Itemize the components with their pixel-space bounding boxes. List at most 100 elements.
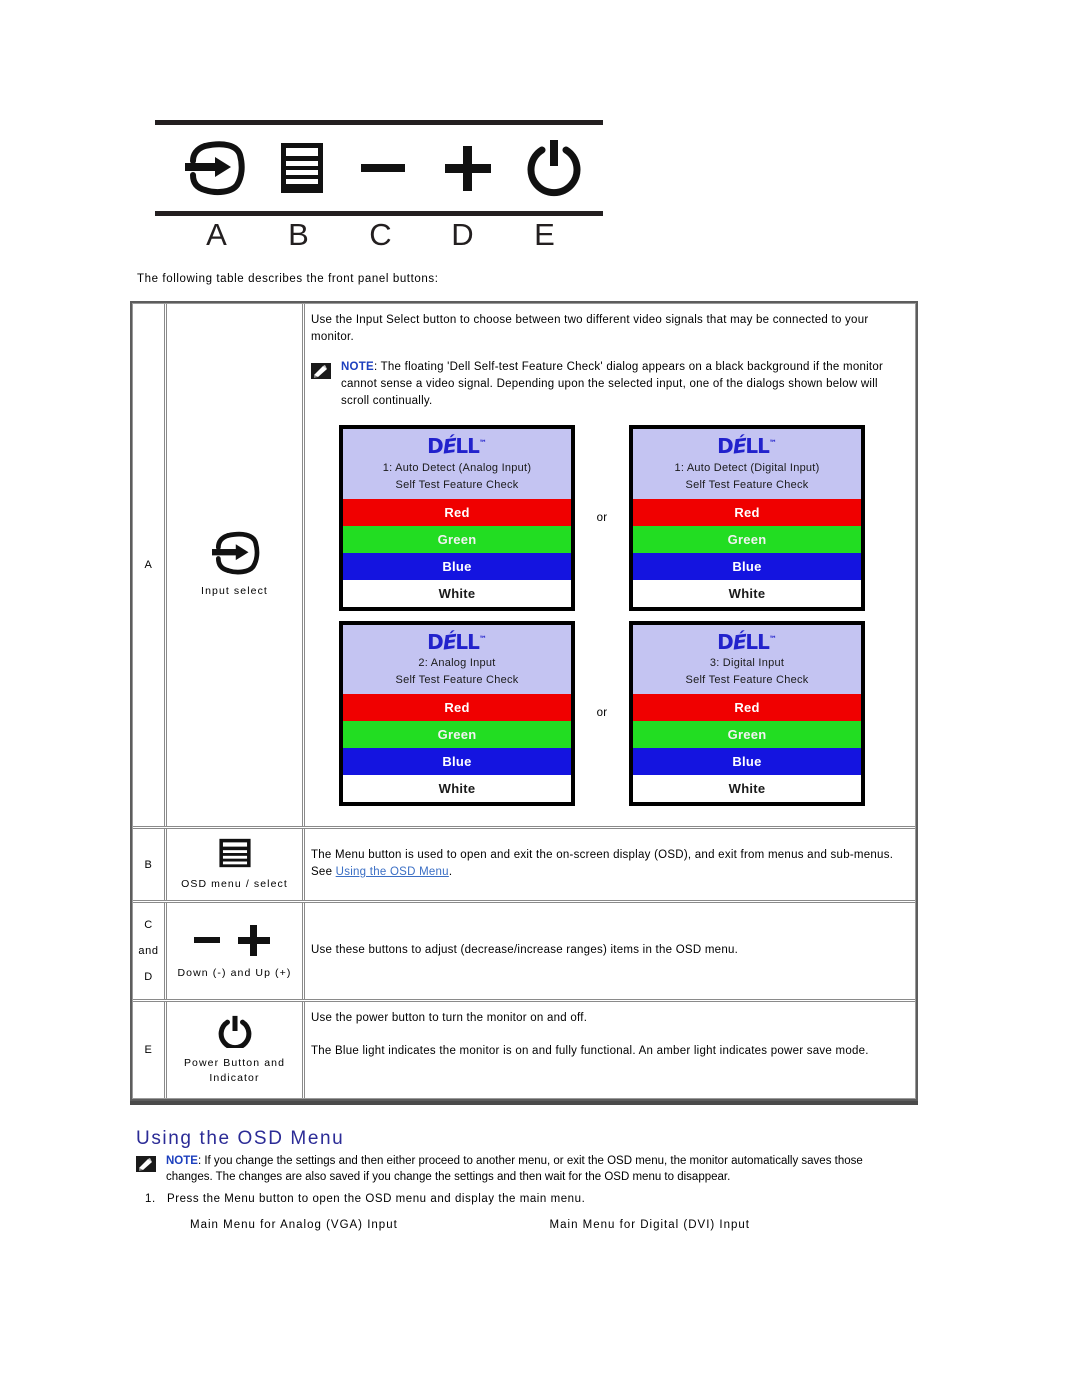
row-a-icon-cell: Input select xyxy=(167,304,305,827)
row-cd-letter: C and D xyxy=(133,903,167,1000)
minus-down-icon xyxy=(358,139,408,197)
dialog-1-header: DÉLL™ 1: Auto Detect (Analog Input) Self… xyxy=(343,429,571,499)
osd-note-text: NOTE: If you change the settings and the… xyxy=(166,1153,896,1186)
self-test-dialog-4: DÉLL™ 3: Digital Input Self Test Feature… xyxy=(629,620,865,807)
row-b-letter: B xyxy=(133,829,167,901)
panel-label-b: B xyxy=(288,217,310,252)
panel-label-d: D xyxy=(451,217,475,252)
red-bar: Red xyxy=(633,498,861,526)
row-a-description-cell: Use the Input Select button to choose be… xyxy=(305,304,915,826)
minus-plus-icon xyxy=(192,922,278,958)
dialog-3-header: DÉLL™ 2: Analog Input Self Test Feature … xyxy=(343,624,571,695)
green-bar: Green xyxy=(633,525,861,553)
self-test-dialog-3: DÉLL™ 2: Analog Input Self Test Feature … xyxy=(339,620,575,807)
row-a-letter: A xyxy=(133,304,167,827)
white-bar: White xyxy=(343,579,571,607)
self-test-dialog-group: DÉLL™ 1: Auto Detect (Analog Input) Self… xyxy=(339,425,905,807)
row-e-caption: Power Button and Indicator xyxy=(183,1057,286,1085)
red-bar: Red xyxy=(343,498,571,526)
row-e-letter: E xyxy=(133,1002,167,1099)
note-label: NOTE xyxy=(341,361,374,374)
panel-label-a: A xyxy=(206,217,228,252)
row-e-icon-cell: Power Button and Indicator xyxy=(167,1002,305,1099)
row-b-description-tail: . xyxy=(448,865,453,878)
or-label-2: or xyxy=(596,707,608,720)
list-item: 1. Press the Menu button to open the OSD … xyxy=(145,1193,585,1205)
white-bar: White xyxy=(343,775,571,803)
osd-menu-icon xyxy=(278,139,326,197)
note-label: NOTE xyxy=(166,1155,198,1167)
table-row-a: A Input select Use the Input Select butt… xyxy=(133,304,915,830)
dell-logo: DÉLL™ xyxy=(427,628,487,655)
dialog-4-subtitle: Self Test Feature Check xyxy=(685,674,809,687)
dialog-4-header: DÉLL™ 3: Digital Input Self Test Feature… xyxy=(633,624,861,695)
blue-bar: Blue xyxy=(343,552,571,580)
row-d-letter: D xyxy=(144,971,153,984)
table-row-cd: C and D Down (-) and Up (+) Use these bu… xyxy=(133,903,915,1003)
page-title: Using the OSD Menu xyxy=(136,1128,345,1149)
input-select-icon xyxy=(183,139,245,197)
row-a-caption: Input select xyxy=(201,585,268,598)
row-a-note-text: NOTE: The floating 'Dell Self-test Featu… xyxy=(341,359,905,409)
row-e-description-1: Use the power button to turn the monitor… xyxy=(311,1012,588,1025)
note-pencil-icon xyxy=(136,1156,158,1172)
dialog-1-title: 1: Auto Detect (Analog Input) xyxy=(382,462,532,475)
section-divider xyxy=(130,1101,918,1105)
row-e-description-cell: Use the power button to turn the monitor… xyxy=(305,1002,915,1098)
row-b-icon-cell: OSD menu / select xyxy=(167,829,305,901)
osd-note-body: : If you change the settings and then ei… xyxy=(166,1155,863,1184)
step-text: Press the Menu button to open the OSD me… xyxy=(167,1193,586,1205)
dell-logo: DÉLL™ xyxy=(717,628,777,655)
input-select-icon xyxy=(210,530,260,576)
row-c-letter: C xyxy=(144,919,153,932)
front-panel-table: A Input select Use the Input Select butt… xyxy=(130,301,918,1102)
dialog-3-title: 2: Analog Input xyxy=(418,657,496,670)
row-a-description: Use the Input Select button to choose be… xyxy=(311,314,869,343)
caption-digital-dvi: Main Menu for Digital (DVI) Input xyxy=(549,1219,750,1231)
self-test-dialog-2: DÉLL™ 1: Auto Detect (Digital Input) Sel… xyxy=(629,425,865,611)
step-number: 1. xyxy=(145,1193,156,1205)
using-the-osd-menu-link[interactable]: Using the OSD Menu xyxy=(336,866,449,878)
blue-bar: Blue xyxy=(633,748,861,776)
plus-up-icon xyxy=(441,139,495,197)
row-cd-description-cell: Use these buttons to adjust (decrease/in… xyxy=(305,903,915,999)
row-e-description-2: The Blue light indicates the monitor is … xyxy=(311,1044,869,1057)
table-row-e: E Power Button and Indicator Use the pow… xyxy=(133,1002,915,1099)
panel-label-e: E xyxy=(534,217,556,252)
dialog-2-subtitle: Self Test Feature Check xyxy=(685,478,809,491)
dialog-3-subtitle: Self Test Feature Check xyxy=(395,674,519,687)
menu-caption-row: Main Menu for Analog (VGA) Input Main Me… xyxy=(190,1219,750,1231)
dialog-2-header: DÉLL™ 1: Auto Detect (Digital Input) Sel… xyxy=(633,429,861,499)
self-test-dialog-row-1: DÉLL™ 1: Auto Detect (Analog Input) Self… xyxy=(339,425,905,611)
row-b-caption: OSD menu / select xyxy=(181,878,288,891)
table-row-b: B OSD menu / select The Menu button is u… xyxy=(133,829,915,904)
intro-text: The following table describes the front … xyxy=(137,273,439,285)
panel-label-row: A B C D E xyxy=(155,216,603,255)
row-cd-caption: Down (-) and Up (+) xyxy=(177,966,292,979)
green-bar: Green xyxy=(633,721,861,749)
power-icon xyxy=(218,1014,252,1049)
red-bar: Red xyxy=(343,694,571,722)
row-a-note: NOTE: The floating 'Dell Self-test Featu… xyxy=(311,359,905,409)
panel-icon-row xyxy=(155,125,603,211)
dell-logo: DÉLL™ xyxy=(427,433,487,460)
dialog-2-title: 1: Auto Detect (Digital Input) xyxy=(674,462,820,475)
osd-note: NOTE: If you change the settings and the… xyxy=(136,1153,896,1186)
blue-bar: Blue xyxy=(343,748,571,776)
panel-label-c: C xyxy=(369,217,393,252)
green-bar: Green xyxy=(343,525,571,553)
power-icon xyxy=(527,138,581,198)
row-cd-and: and xyxy=(138,945,159,958)
white-bar: White xyxy=(633,775,861,803)
self-test-dialog-1: DÉLL™ 1: Auto Detect (Analog Input) Self… xyxy=(339,425,575,611)
dell-logo: DÉLL™ xyxy=(717,433,777,460)
front-panel-illustration: A B C D E xyxy=(155,120,603,255)
dialog-4-title: 3: Digital Input xyxy=(709,657,785,670)
dialog-1-subtitle: Self Test Feature Check xyxy=(395,478,519,491)
self-test-dialog-row-2: DÉLL™ 2: Analog Input Self Test Feature … xyxy=(339,620,905,807)
caption-analog-vga: Main Menu for Analog (VGA) Input xyxy=(190,1219,398,1231)
row-cd-icon-cell: Down (-) and Up (+) xyxy=(167,903,305,1000)
or-label-1: or xyxy=(596,511,608,524)
row-a-note-body: : The floating 'Dell Self-test Feature C… xyxy=(341,361,884,407)
green-bar: Green xyxy=(343,721,571,749)
